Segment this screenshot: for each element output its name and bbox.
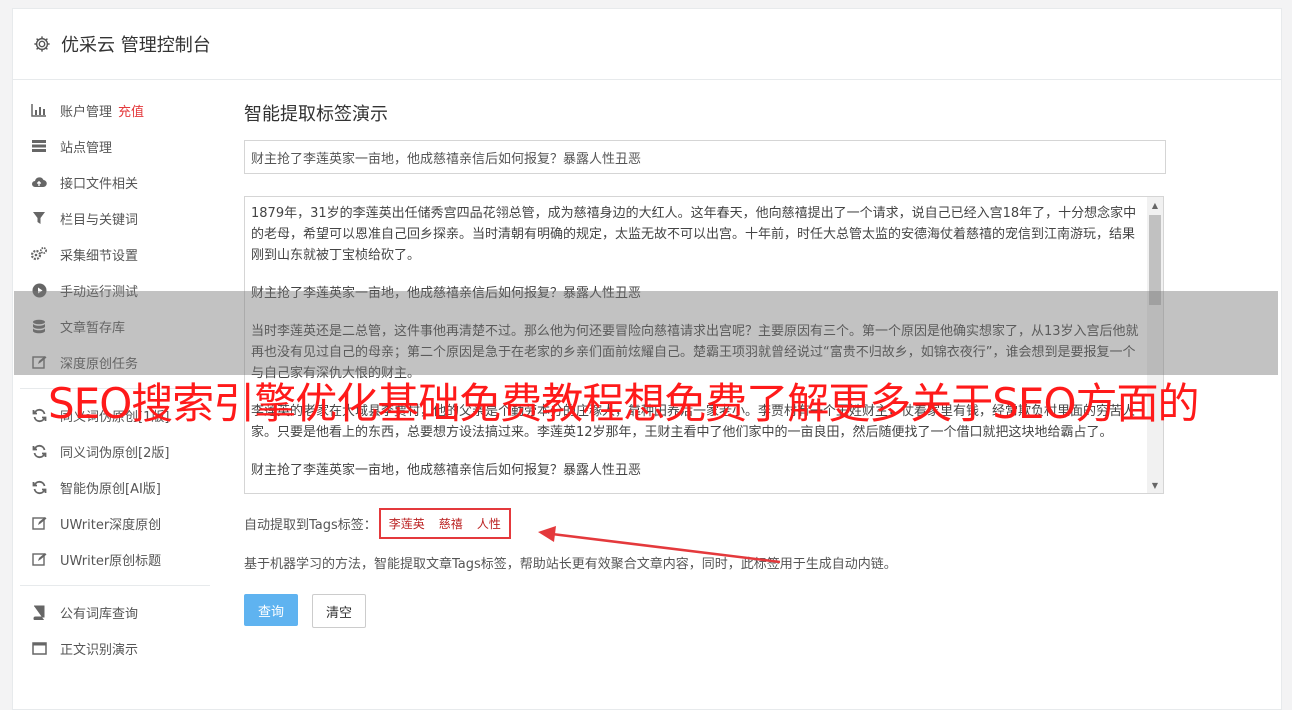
- content-paragraph: 1879年，31岁的李莲英出任储秀宫四品花翎总管，成为慈禧身边的大红人。这年春天…: [251, 206, 1137, 263]
- server-icon: [30, 137, 48, 155]
- sidebar-item-text-recognition[interactable]: 正文识别演示: [20, 630, 210, 666]
- sidebar-item-label: 采集细节设置: [60, 248, 139, 264]
- sidebar-item-label: UWriter深度原创: [60, 517, 162, 533]
- overlay-band: [14, 291, 1278, 375]
- page-header-title: 优采云 管理控制台: [61, 35, 211, 56]
- sidebar-item-label: 账户管理: [60, 104, 113, 120]
- page-title: 智能提取标签演示: [244, 104, 388, 125]
- sidebar-item-synonym-v2[interactable]: 同义词伪原创[2版]: [20, 433, 210, 469]
- sidebar-item-label: 正文识别演示: [60, 642, 139, 658]
- tag-item[interactable]: 慈禧: [439, 515, 463, 532]
- gear-icon: [34, 36, 50, 52]
- book-icon: [30, 603, 48, 621]
- tag-item[interactable]: 人性: [477, 515, 501, 532]
- filter-icon: [30, 209, 48, 227]
- sidebar-divider: [20, 585, 210, 586]
- scroll-up-icon[interactable]: ▲: [1147, 197, 1163, 213]
- sidebar-item-collect-settings[interactable]: 采集细节设置: [20, 236, 210, 272]
- sidebar-item-label: 站点管理: [60, 140, 113, 156]
- sidebar-item-sites[interactable]: 站点管理: [20, 128, 210, 164]
- sidebar-item-api-files[interactable]: 接口文件相关: [20, 164, 210, 200]
- sidebar-item-account[interactable]: 账户管理 充值: [20, 92, 210, 128]
- sidebar-item-label: 同义词伪原创[2版]: [60, 445, 170, 461]
- tags-label: 自动提取到Tags标签：: [244, 518, 377, 533]
- action-buttons: 查询 清空: [244, 594, 1164, 628]
- sidebar-item-public-lexicon[interactable]: 公有词库查询: [20, 594, 210, 630]
- sidebar-item-smart-ai[interactable]: 智能伪原创[AI版]: [20, 469, 210, 505]
- tag-item[interactable]: 李莲英: [389, 515, 425, 532]
- sidebar-item-label: 智能伪原创[AI版]: [60, 481, 161, 497]
- content-paragraph: 财主抢了李莲英家一亩地，他成慈禧亲信后如何报复？暴露人性丑恶: [251, 463, 642, 478]
- annotation-arrow-icon: [538, 526, 781, 564]
- query-button[interactable]: 查询: [244, 594, 298, 626]
- recharge-link[interactable]: 充值: [118, 101, 144, 120]
- sidebar-item-label: UWriter原创标题: [60, 553, 162, 569]
- sidebar-item-columns-keywords[interactable]: 栏目与关键词: [20, 200, 210, 236]
- cloud-upload-icon: [30, 173, 48, 191]
- edit-icon: [30, 514, 48, 532]
- sidebar-item-label: 接口文件相关: [60, 176, 139, 192]
- scroll-down-icon[interactable]: ▼: [1147, 477, 1163, 493]
- window-icon: [30, 639, 48, 657]
- refresh-icon: [30, 442, 48, 460]
- edit-icon: [30, 550, 48, 568]
- refresh-icon: [30, 406, 48, 424]
- cogs-icon: [30, 245, 48, 263]
- sidebar-item-uwriter-title[interactable]: UWriter原创标题: [20, 541, 210, 577]
- bar-chart-icon: [30, 101, 48, 119]
- sidebar-item-uwriter-deep[interactable]: UWriter深度原创: [20, 505, 210, 541]
- clear-button[interactable]: 清空: [312, 594, 366, 628]
- tags-box: 李莲英 慈禧 人性: [378, 508, 511, 539]
- sidebar-item-label: 栏目与关键词: [60, 212, 139, 228]
- article-title-input[interactable]: 财主抢了李莲英家一亩地，他成慈禧亲信后如何报复？暴露人性丑恶: [244, 140, 1166, 174]
- refresh-icon: [30, 478, 48, 496]
- card-header: 优采云 管理控制台: [13, 9, 1281, 80]
- sidebar-item-label: 公有词库查询: [60, 606, 139, 622]
- overlay-banner-text: SEO搜索引擎优化基础免费教程想免费了解更多关于SEO方面的: [48, 379, 1200, 428]
